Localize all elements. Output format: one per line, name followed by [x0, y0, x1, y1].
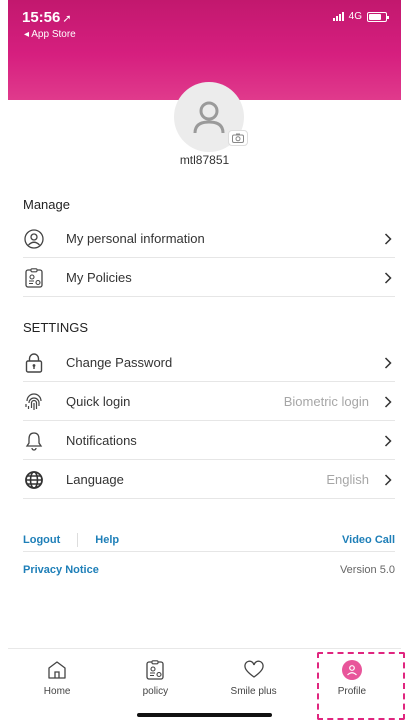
row-label: Change Password: [66, 355, 173, 370]
signal-icon: [332, 12, 344, 21]
chevron-right-icon: [381, 434, 395, 448]
network-label: 4G: [348, 11, 362, 22]
row-label: My Policies: [66, 270, 132, 285]
row-value: Biometric login: [283, 394, 369, 409]
row-label: My personal information: [66, 231, 205, 246]
row-label: Language: [66, 472, 124, 487]
tab-label: Home: [43, 686, 71, 697]
tab-home[interactable]: Home: [8, 649, 106, 724]
chevron-right-icon: [381, 356, 395, 370]
video-call-link[interactable]: Video Call: [342, 534, 395, 546]
divider: [77, 532, 79, 547]
chevron-right-icon: [381, 271, 395, 285]
globe-icon: [23, 469, 45, 491]
profile-icon: [340, 659, 364, 681]
status-time: 15:56 ➚: [22, 9, 72, 26]
row-value: English: [326, 472, 369, 487]
account-links: Logout Help Video Call: [23, 528, 395, 552]
manage-section-title: Manage: [23, 197, 70, 212]
policy-icon: [143, 659, 167, 681]
location-arrow-icon: ➚: [62, 13, 72, 25]
tab-profile[interactable]: Profile: [303, 649, 401, 724]
camera-icon[interactable]: [228, 130, 248, 146]
home-indicator: [137, 713, 272, 717]
tab-label: Smile plus: [230, 686, 277, 697]
tab-label: policy: [142, 686, 169, 697]
version-label: Version 5.0: [339, 564, 395, 576]
status-time-text: 15:56: [22, 9, 61, 26]
person-circle-icon: [23, 228, 45, 250]
settings-section-title: SETTINGS: [23, 320, 89, 335]
chevron-right-icon: [381, 473, 395, 487]
chevron-right-icon: [381, 395, 395, 409]
row-label: Quick login: [66, 394, 131, 409]
back-to-app-store-link[interactable]: ◂ App Store: [24, 29, 76, 40]
chevron-right-icon: [381, 232, 395, 246]
fingerprint-icon: [23, 391, 45, 413]
lock-icon: [23, 352, 45, 374]
avatar[interactable]: [174, 82, 248, 152]
language-row[interactable]: Language English: [23, 461, 395, 499]
notifications-row[interactable]: Notifications: [23, 422, 395, 460]
tab-label: Profile: [337, 686, 367, 697]
my-personal-information-row[interactable]: My personal information: [23, 220, 395, 258]
heart-icon: [242, 659, 266, 681]
bell-icon: [23, 430, 45, 452]
privacy-notice-link[interactable]: Privacy Notice: [23, 564, 99, 576]
change-password-row[interactable]: Change Password: [23, 344, 395, 382]
help-link[interactable]: Help: [95, 534, 119, 546]
footer-row: Privacy Notice Version 5.0: [23, 564, 395, 576]
quick-login-row[interactable]: Quick login Biometric login: [23, 383, 395, 421]
row-label: Notifications: [66, 433, 137, 448]
home-icon: [45, 659, 69, 681]
my-policies-row[interactable]: My Policies: [23, 259, 395, 297]
battery-icon: [367, 11, 389, 22]
username: mtl87851: [179, 153, 230, 167]
logout-link[interactable]: Logout: [23, 534, 60, 546]
status-indicators: 4G: [332, 11, 389, 22]
policy-document-icon: [23, 267, 45, 289]
person-placeholder-icon: [193, 101, 225, 134]
